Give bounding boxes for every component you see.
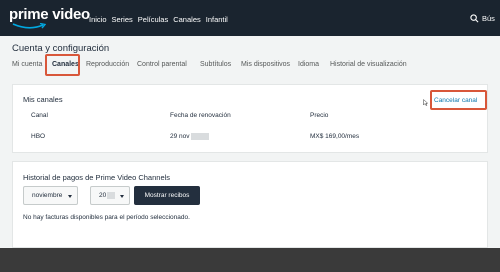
search-button[interactable]: Bús xyxy=(470,14,495,23)
tab-idioma[interactable]: Idioma xyxy=(298,61,319,68)
renewal-date: 29 nov xyxy=(170,133,209,140)
nav-item-inicio[interactable]: Inicio xyxy=(89,15,107,24)
my-channels-title: Mis canales xyxy=(23,95,63,104)
column-header-channel: Canal xyxy=(31,112,48,119)
smile-arrow-icon xyxy=(12,23,46,29)
column-header-renewal: Fecha de renovación xyxy=(170,112,231,119)
channel-name: HBO xyxy=(31,133,46,140)
cancel-channel-link[interactable]: Cancelar canal xyxy=(434,97,477,104)
channel-price: MX$ 169,00/mes xyxy=(310,133,360,140)
nav-item-canales[interactable]: Canales xyxy=(173,15,201,24)
nav-item-infantil[interactable]: Infantil xyxy=(206,15,228,24)
top-navigation-bar: prime video Inicio Series Películas Cana… xyxy=(0,0,500,36)
tab-subtitulos[interactable]: Subtítulos xyxy=(200,61,231,68)
search-icon xyxy=(470,14,479,23)
tab-highlight-box xyxy=(45,54,80,76)
tab-historial-visualizacion[interactable]: Historial de visualización xyxy=(330,61,407,68)
my-channels-card: Mis canales Canal Fecha de renovación Pr… xyxy=(12,84,488,153)
payment-history-card: Historial de pagos de Prime Video Channe… xyxy=(12,161,488,248)
prime-video-logo[interactable]: prime video xyxy=(9,6,90,32)
redacted-year xyxy=(190,133,209,140)
nav-item-series[interactable]: Series xyxy=(112,15,133,24)
search-label: Bús xyxy=(482,14,495,23)
bottom-bar xyxy=(0,248,500,272)
main-nav: Inicio Series Películas Canales Infantil xyxy=(89,15,228,24)
no-invoices-message: No hay facturas disponibles para el perí… xyxy=(23,214,190,221)
redacted-year-digits xyxy=(107,192,116,199)
tab-mi-cuenta[interactable]: Mi cuenta xyxy=(12,61,42,68)
tab-mis-dispositivos[interactable]: Mis dispositivos xyxy=(241,61,290,68)
show-receipts-button[interactable]: Mostrar recibos xyxy=(134,186,200,205)
page-title: Cuenta y configuración xyxy=(12,43,110,54)
tab-reproduccion[interactable]: Reproducción xyxy=(86,61,129,68)
mouse-cursor-icon xyxy=(423,99,428,106)
year-value: 20 xyxy=(99,192,116,199)
year-select[interactable]: 20 xyxy=(90,186,130,205)
chevron-down-icon xyxy=(68,195,72,198)
month-value: noviembre xyxy=(32,192,63,199)
nav-item-peliculas[interactable]: Películas xyxy=(138,15,168,24)
logo-text: prime video xyxy=(9,6,90,23)
column-header-price: Precio xyxy=(310,112,329,119)
payment-history-title: Historial de pagos de Prime Video Channe… xyxy=(23,173,171,182)
month-select[interactable]: noviembre xyxy=(23,186,78,205)
chevron-down-icon xyxy=(120,195,124,198)
tab-control-parental[interactable]: Control parental xyxy=(137,61,187,68)
